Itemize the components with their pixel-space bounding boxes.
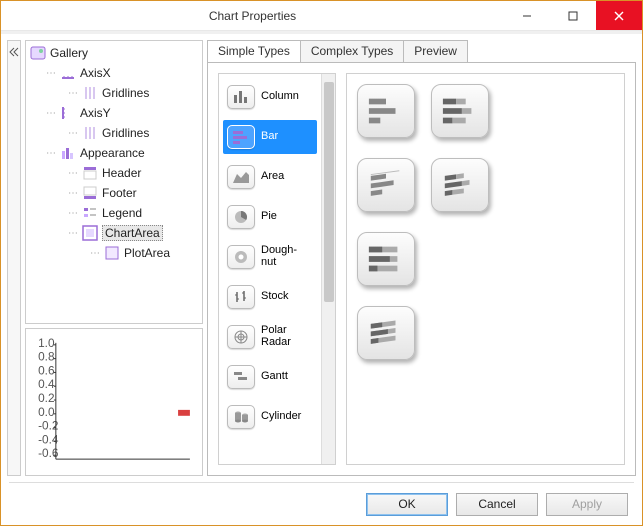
type-item-gantt[interactable]: Gantt [223,360,317,394]
minimize-button[interactable] [504,1,550,30]
type-item-column[interactable]: Column [223,80,317,114]
type-item-area[interactable]: Area [223,160,317,194]
subtype-bar-2d-clustered[interactable] [357,84,415,138]
appearance-icon [60,145,76,161]
polar-radar-icon [227,325,255,349]
tree-node-plotarea[interactable]: ⋯ PlotArea [28,243,200,263]
subtype-bar-3d-stacked[interactable] [431,158,489,212]
header-icon [82,165,98,181]
svg-text:0.6: 0.6 [38,363,55,377]
tab-preview[interactable]: Preview [403,40,468,62]
plotarea-icon [104,245,120,261]
pie-icon [227,205,255,229]
svg-text:0.8: 0.8 [38,350,55,364]
type-item-polarradar[interactable]: Polar Radar [223,320,317,354]
footer-icon [82,185,98,201]
apply-button[interactable]: Apply [546,493,628,516]
type-item-doughnut[interactable]: Dough- nut [223,240,317,274]
column-icon [227,85,255,109]
tree-node-axisx-gridlines[interactable]: ⋯ Gridlines [28,83,200,103]
tab-panel-simple: Column Bar Area [207,62,636,476]
chart-preview: 1.0 0.8 0.6 0.4 0.2 0.0 -0.2 -0.4 -0.6 [25,328,203,476]
svg-text:0.4: 0.4 [38,377,55,391]
tree-node-footer[interactable]: ⋯ Footer [28,183,200,203]
type-item-cylinder[interactable]: Cylinder [223,400,317,434]
double-chevron-left-icon [9,47,19,57]
cancel-button[interactable]: Cancel [456,493,538,516]
tree-node-axisx[interactable]: ⋯ AxisX [28,63,200,83]
subtype-bar-3d-100pct[interactable] [357,306,415,360]
navigation-tree[interactable]: Gallery ⋯ AxisX ⋯ Gridlines ⋯ [25,40,203,324]
tree-node-axisy-gridlines[interactable]: ⋯ Gridlines [28,123,200,143]
type-item-pie[interactable]: Pie [223,200,317,234]
tab-complex-types[interactable]: Complex Types [300,40,404,62]
tab-strip: Simple Types Complex Types Preview [207,40,636,62]
ok-button[interactable]: OK [366,493,448,516]
tree-node-chartarea[interactable]: ⋯ ChartArea [28,223,200,243]
tree-node-appearance[interactable]: ⋯ Appearance [28,143,200,163]
doughnut-icon [227,245,255,269]
stock-icon [227,285,255,309]
subtype-gallery [346,73,625,465]
tree-node-gallery[interactable]: Gallery [28,43,200,63]
chart-properties-dialog: Chart Properties Gallery [0,0,643,526]
preview-axes-icon: 1.0 0.8 0.6 0.4 0.2 0.0 -0.2 -0.4 -0.6 [30,333,198,471]
chartarea-icon [82,225,98,241]
subtype-bar-2d-100pct[interactable] [357,232,415,286]
subtype-bar-2d-stacked[interactable] [431,84,489,138]
collapse-left-panel[interactable] [7,40,21,476]
tree-node-header[interactable]: ⋯ Header [28,163,200,183]
type-list-scrollbar[interactable] [321,74,335,464]
chart-type-list: Column Bar Area [218,73,336,465]
tree-node-axisy[interactable]: ⋯ AxisY [28,103,200,123]
window-controls [504,1,642,30]
window-title: Chart Properties [1,9,504,23]
svg-text:0.2: 0.2 [38,391,54,405]
cylinder-icon [227,405,255,429]
maximize-button[interactable] [550,1,596,30]
close-button[interactable] [596,1,642,30]
titlebar: Chart Properties [1,1,642,31]
gridlines-icon [82,125,98,141]
area-icon [227,165,255,189]
axis-y-icon [60,105,76,121]
type-item-bar[interactable]: Bar [223,120,317,154]
gantt-icon [227,365,255,389]
legend-icon [82,205,98,221]
type-item-stock[interactable]: Stock [223,280,317,314]
svg-text:1.0: 1.0 [38,336,55,350]
tree-node-legend[interactable]: ⋯ Legend [28,203,200,223]
subtype-bar-3d-clustered[interactable] [357,158,415,212]
scrollbar-thumb[interactable] [324,82,334,302]
svg-text:0.0: 0.0 [38,405,55,419]
gridlines-icon [82,85,98,101]
chart-type-list-scroll[interactable]: Column Bar Area [219,74,321,464]
dialog-buttons: OK Cancel Apply [7,489,636,519]
tab-simple-types[interactable]: Simple Types [207,40,301,62]
gallery-icon [30,45,46,61]
axis-x-icon [60,65,76,81]
bar-icon [227,125,255,149]
